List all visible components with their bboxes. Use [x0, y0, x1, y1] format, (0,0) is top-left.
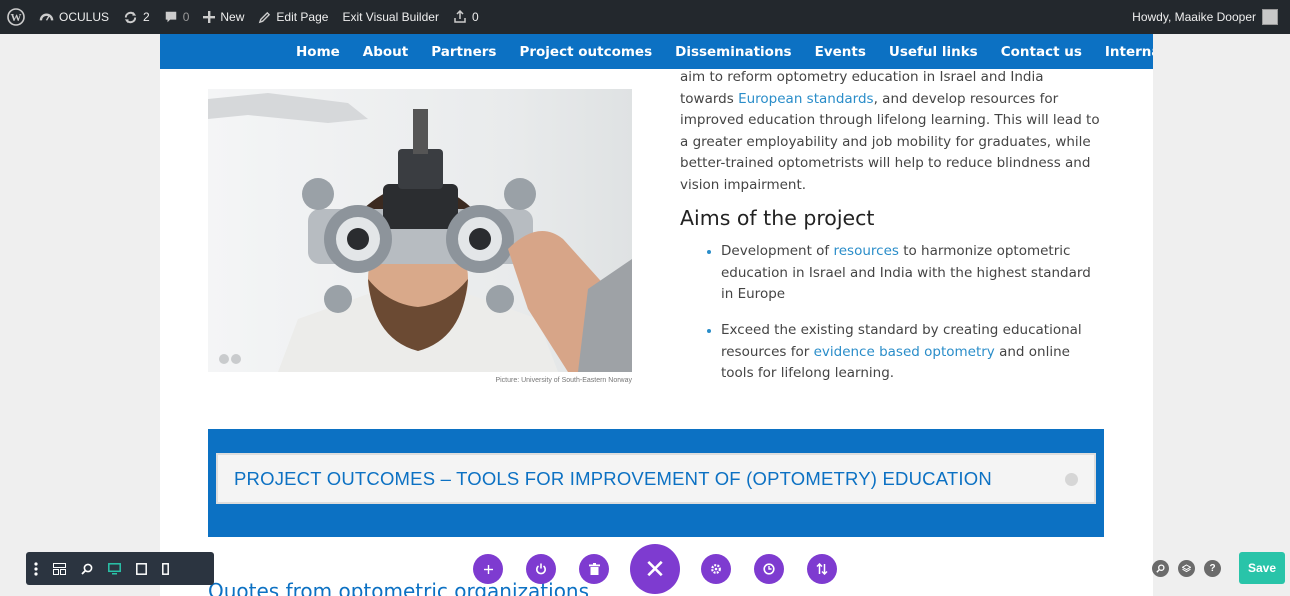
- stats-count: 0: [471, 10, 479, 24]
- admin-bar-edit-page[interactable]: Edit Page: [251, 0, 335, 34]
- aims-heading: Aims of the project: [680, 206, 875, 230]
- page-settings-button[interactable]: [701, 554, 731, 584]
- phone-view-icon[interactable]: [162, 552, 169, 585]
- close-builder-button[interactable]: ✕: [630, 544, 680, 594]
- nav-item-project-outcomes[interactable]: Project outcomes: [519, 44, 652, 60]
- power-button[interactable]: [526, 554, 556, 584]
- admin-bar-site[interactable]: OCULUS: [32, 0, 116, 34]
- wordpress-logo-icon[interactable]: W: [0, 0, 32, 34]
- zoom-icon[interactable]: [81, 552, 93, 585]
- edit-page-label: Edit Page: [276, 10, 329, 24]
- builder-menu-icon[interactable]: [34, 552, 38, 585]
- builder-search-button[interactable]: [1152, 560, 1169, 577]
- pencil-icon: [259, 11, 271, 23]
- close-icon: ✕: [644, 553, 666, 584]
- site-name: OCULUS: [59, 10, 110, 24]
- desktop-view-icon[interactable]: [108, 552, 121, 585]
- wireframe-view-icon[interactable]: [53, 552, 66, 585]
- phoropter-photo: [208, 89, 632, 372]
- nav-item-events[interactable]: Events: [815, 44, 866, 60]
- tablet-view-icon[interactable]: [136, 552, 147, 585]
- european-standards-link[interactable]: European standards: [738, 91, 874, 107]
- admin-bar-stats[interactable]: 0: [446, 0, 486, 34]
- updates-count: 2: [143, 10, 150, 24]
- intro-paragraph: aim to reform optometry education in Isr…: [680, 67, 1100, 196]
- aims-list-item: Development of resources to harmonize op…: [705, 241, 1105, 306]
- admin-bar-account[interactable]: Howdy, Maaike Dooper: [1132, 9, 1290, 25]
- svg-text:W: W: [11, 12, 22, 24]
- comment-icon: [165, 11, 176, 23]
- layers-button[interactable]: [1178, 560, 1195, 577]
- help-button[interactable]: ?: [1204, 560, 1221, 577]
- outcomes-section: PROJECT OUTCOMES – TOOLS FOR IMPROVEMENT…: [208, 429, 1104, 537]
- plus-icon: [203, 11, 216, 23]
- bullet1-text-1: Development of: [721, 243, 834, 259]
- gear-icon: [711, 564, 721, 574]
- updates-icon: [124, 11, 137, 23]
- builder-view-toolbar: [26, 552, 214, 585]
- nav-item-about[interactable]: About: [363, 44, 408, 60]
- howdy-text: Howdy, Maaike Dooper: [1132, 10, 1256, 24]
- page-content: Home About Partners Project outcomes Dis…: [160, 34, 1153, 596]
- clock-icon: [763, 563, 775, 575]
- admin-bar-comments[interactable]: 0: [157, 0, 197, 34]
- aims-list-item: Exceed the existing standard by creating…: [705, 320, 1105, 385]
- evidence-based-optometry-link[interactable]: evidence based optometry: [814, 344, 995, 360]
- photo-caption: Picture: University of South-Eastern Nor…: [495, 377, 632, 384]
- portability-button[interactable]: [807, 554, 837, 584]
- main-nav: Home About Partners Project outcomes Dis…: [160, 34, 1153, 69]
- outcomes-title: PROJECT OUTCOMES – TOOLS FOR IMPROVEMENT…: [234, 467, 992, 489]
- help-icon: ?: [1209, 563, 1216, 574]
- exit-vb-label: Exit Visual Builder: [342, 10, 439, 24]
- nav-item-partners[interactable]: Partners: [431, 44, 496, 60]
- search-icon: [1156, 564, 1165, 573]
- admin-bar: W OCULUS 2 0 New Edit Page Exit Visual B…: [0, 0, 1290, 34]
- nav-item-useful-links[interactable]: Useful links: [889, 44, 978, 60]
- admin-bar-new[interactable]: New: [196, 0, 251, 34]
- nav-item-internal[interactable]: Internal: [1105, 44, 1153, 60]
- history-button[interactable]: [754, 554, 784, 584]
- resources-link[interactable]: resources: [833, 243, 898, 259]
- power-icon: [536, 563, 546, 575]
- sort-arrows-icon: [816, 563, 828, 575]
- layers-icon: [1182, 564, 1191, 573]
- nav-item-home[interactable]: Home: [296, 44, 340, 60]
- nav-item-disseminations[interactable]: Disseminations: [675, 44, 791, 60]
- exit-visual-builder-link[interactable]: Exit Visual Builder: [335, 0, 446, 34]
- toggle-indicator-icon: [1065, 473, 1078, 486]
- nav-item-contact-us[interactable]: Contact us: [1001, 44, 1082, 60]
- trash-icon: [588, 563, 600, 575]
- save-button[interactable]: Save: [1239, 552, 1285, 584]
- admin-bar-updates[interactable]: 2: [116, 0, 157, 34]
- outcomes-toggle[interactable]: PROJECT OUTCOMES – TOOLS FOR IMPROVEMENT…: [216, 453, 1096, 504]
- comments-count: 0: [182, 10, 190, 24]
- dashboard-icon: [39, 13, 54, 21]
- plus-icon: [483, 564, 493, 574]
- delete-button[interactable]: [579, 554, 609, 584]
- new-label: New: [220, 10, 245, 24]
- add-module-button[interactable]: [473, 554, 503, 584]
- stats-icon: [454, 10, 466, 23]
- avatar: [1262, 9, 1278, 25]
